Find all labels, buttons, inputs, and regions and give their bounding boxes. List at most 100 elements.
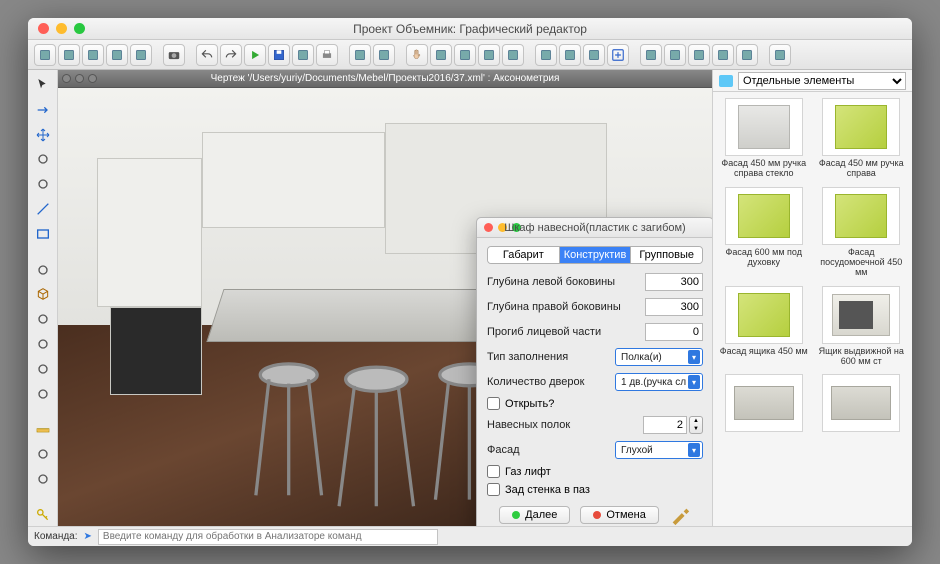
- doors-count-select[interactable]: 1 дв.(ручка сл▾: [615, 373, 703, 391]
- layers-button[interactable]: [535, 44, 557, 66]
- rotate-ccw-button[interactable]: [349, 44, 371, 66]
- camera-button[interactable]: [163, 44, 185, 66]
- catalog-item[interactable]: Фасад 450 мм ручка справа стекло: [717, 96, 811, 181]
- play-button[interactable]: [244, 44, 266, 66]
- catalog-category-select[interactable]: Отдельные элементы: [738, 72, 906, 90]
- catalog-item-label: Фасад 450 мм ручка справа: [817, 158, 907, 179]
- backwall-checkbox[interactable]: [487, 483, 500, 496]
- dialog-close-icon[interactable]: [484, 223, 493, 232]
- move-tool[interactable]: [32, 124, 54, 146]
- grid-button[interactable]: [478, 44, 500, 66]
- chevron-down-icon: ▾: [688, 375, 700, 389]
- catalog-item-label: Фасад 450 мм ручка справа стекло: [719, 158, 809, 179]
- arrow-tool[interactable]: [32, 99, 54, 121]
- grid-blue-button[interactable]: [640, 44, 662, 66]
- facade-label: Фасад: [487, 444, 520, 456]
- dialog-zoom-icon[interactable]: [512, 223, 521, 232]
- rotate-cw-button[interactable]: [373, 44, 395, 66]
- snap-button[interactable]: [502, 44, 524, 66]
- cube-tool[interactable]: [32, 284, 54, 306]
- bend-field[interactable]: [645, 323, 703, 341]
- tree-button[interactable]: [688, 44, 710, 66]
- step-up-icon[interactable]: ▲: [690, 417, 702, 425]
- catalog-item[interactable]: Фасад посудомоечной 450 мм: [815, 185, 909, 280]
- save-button[interactable]: [292, 44, 314, 66]
- wizard-icon[interactable]: [669, 504, 691, 526]
- tab-dimensions[interactable]: Габарит: [488, 247, 559, 263]
- disk-button[interactable]: [268, 44, 290, 66]
- facade-select[interactable]: Глухой▾: [615, 441, 703, 459]
- app-window: Проект Объемник: Графический редактор Че…: [28, 18, 912, 546]
- right-depth-field[interactable]: [645, 298, 703, 316]
- catalog-item-label: Фасад посудомоечной 450 мм: [817, 247, 907, 278]
- cube-magenta-button[interactable]: [130, 44, 152, 66]
- undo-button[interactable]: [196, 44, 218, 66]
- prompt-icon: ➤: [84, 531, 92, 542]
- dim-tool[interactable]: [32, 443, 54, 465]
- tab-construction[interactable]: Конструктив: [559, 247, 631, 263]
- move-button[interactable]: [430, 44, 452, 66]
- print-button[interactable]: [316, 44, 338, 66]
- catalog-item[interactable]: Ящик выдвижной на 600 мм ст: [815, 284, 909, 369]
- folder-icon: [719, 75, 733, 87]
- key-tool[interactable]: [32, 504, 54, 526]
- save2-button[interactable]: [769, 44, 791, 66]
- pointer-tool[interactable]: [32, 74, 54, 96]
- grid2-button[interactable]: [664, 44, 686, 66]
- frame-tool[interactable]: [32, 468, 54, 490]
- command-input[interactable]: [98, 529, 438, 545]
- right-depth-label: Глубина правой боковины: [487, 301, 621, 313]
- gaslift-checkbox[interactable]: [487, 465, 500, 478]
- rect-tool[interactable]: [32, 223, 54, 245]
- shelves-field[interactable]: [643, 416, 687, 434]
- properties-dialog[interactable]: Шкаф навесной(пластик с загибом) Габарит…: [476, 217, 712, 526]
- ruler-tool[interactable]: [32, 419, 54, 441]
- dialog-titlebar[interactable]: Шкаф навесной(пластик с загибом): [477, 218, 712, 238]
- cancel-button[interactable]: Отмена: [580, 506, 658, 524]
- viewport-tab[interactable]: Чертеж '/Users/yuriy/Documents/Mebel/Про…: [58, 70, 712, 88]
- chevron-down-icon: ▾: [688, 350, 700, 364]
- swap2-button[interactable]: [736, 44, 758, 66]
- cube-teal-button[interactable]: [106, 44, 128, 66]
- open-checkbox[interactable]: [487, 397, 500, 410]
- hand-button[interactable]: [406, 44, 428, 66]
- shelves-stepper[interactable]: ▲▼: [643, 416, 703, 434]
- house-tool[interactable]: [32, 173, 54, 195]
- status-led-icon: [512, 511, 520, 519]
- tab-group[interactable]: Групповые: [630, 247, 702, 263]
- fill-type-select[interactable]: Полка(и)▾: [615, 348, 703, 366]
- cube-blue-button[interactable]: [34, 44, 56, 66]
- pipe-tool[interactable]: [32, 333, 54, 355]
- redo-button[interactable]: [220, 44, 242, 66]
- align-button[interactable]: [454, 44, 476, 66]
- open-label: Открыть?: [505, 398, 554, 410]
- minimize-icon[interactable]: [56, 23, 67, 34]
- merge-tool[interactable]: [32, 383, 54, 405]
- catalog-item[interactable]: Фасад 600 мм под духовку: [717, 185, 811, 280]
- tab-close-icon[interactable]: [62, 74, 71, 83]
- stairs-tool[interactable]: [32, 308, 54, 330]
- 3d-box-button[interactable]: [559, 44, 581, 66]
- catalog-item[interactable]: Фасад ящика 450 мм: [717, 284, 811, 369]
- plus-box-button[interactable]: [607, 44, 629, 66]
- catalog-item[interactable]: Фасад 450 мм ручка справа: [815, 96, 909, 181]
- close-icon[interactable]: [38, 23, 49, 34]
- catalog-item[interactable]: [717, 372, 811, 436]
- step-down-icon[interactable]: ▼: [690, 425, 702, 433]
- 3d-cube-button[interactable]: [583, 44, 605, 66]
- spline-tool[interactable]: [32, 358, 54, 380]
- next-button[interactable]: Далее: [499, 506, 570, 524]
- dialog-minimize-icon[interactable]: [498, 223, 507, 232]
- dash-tool[interactable]: [32, 259, 54, 281]
- swap-button[interactable]: [712, 44, 734, 66]
- viewport[interactable]: Чертеж '/Users/yuriy/Documents/Mebel/Про…: [58, 70, 712, 526]
- zoom-icon[interactable]: [74, 23, 85, 34]
- left-depth-field[interactable]: [645, 273, 703, 291]
- cube-cyan-button[interactable]: [58, 44, 80, 66]
- catalog-item[interactable]: [815, 372, 909, 436]
- left-depth-label: Глубина левой боковины: [487, 276, 615, 288]
- titlebar[interactable]: Проект Объемник: Графический редактор: [28, 18, 912, 40]
- curve-tool[interactable]: [32, 148, 54, 170]
- cube-orange-button[interactable]: [82, 44, 104, 66]
- line-tool[interactable]: [32, 198, 54, 220]
